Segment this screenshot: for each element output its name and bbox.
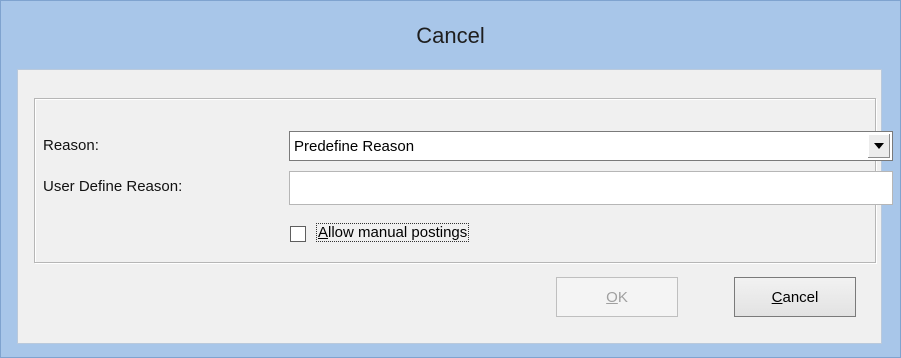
cancel-dialog: Cancel Reason: Predefine Reason User Def… [0, 0, 901, 358]
allow-manual-label[interactable]: Allow manual postings [315, 223, 470, 242]
reason-group: Reason: Predefine Reason User Define Rea… [34, 98, 893, 263]
cancel-button[interactable]: Cancel [734, 277, 856, 317]
ok-mnemonic: O [606, 288, 618, 306]
reason-dropdown-value: Predefine Reason [294, 138, 415, 155]
reason-dropdown[interactable]: Predefine Reason [289, 131, 893, 161]
reason-label: Reason: [43, 137, 99, 154]
ok-label-rest: K [617, 288, 628, 306]
allow-manual-mnemonic: A [318, 224, 329, 241]
user-reason-label: User Define Reason: [43, 178, 183, 195]
user-reason-input[interactable] [289, 171, 893, 205]
ok-button[interactable]: OK [556, 277, 678, 317]
dialog-title: Cancel [416, 23, 485, 48]
dropdown-button[interactable] [867, 134, 890, 158]
dialog-body: Reason: Predefine Reason User Define Rea… [17, 69, 893, 344]
cancel-mnemonic: C [771, 288, 783, 306]
cancel-label-rest: ancel [782, 288, 819, 306]
chevron-down-icon [874, 143, 884, 149]
allow-manual-checkbox[interactable] [290, 226, 306, 242]
title-bar[interactable]: Cancel [1, 1, 900, 69]
